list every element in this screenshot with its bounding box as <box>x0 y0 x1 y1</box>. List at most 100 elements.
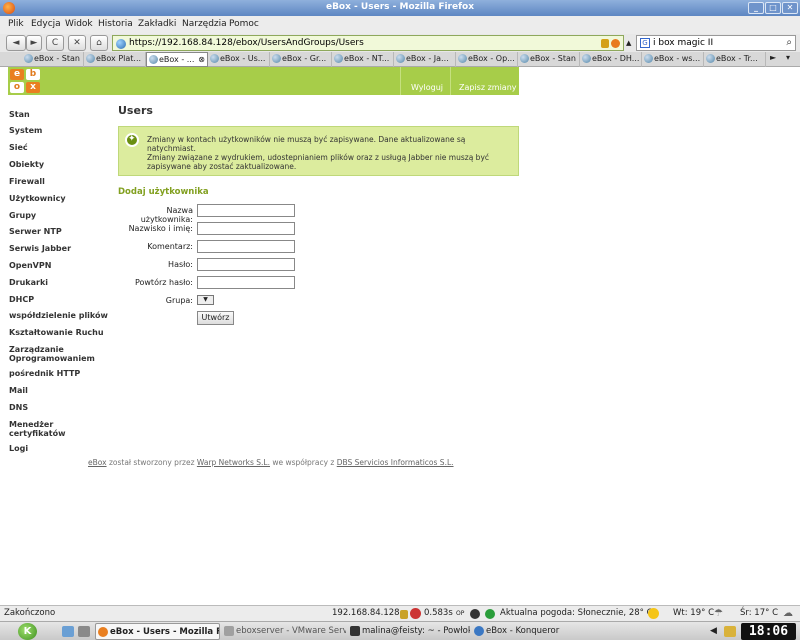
konsole-icon[interactable] <box>78 626 90 637</box>
chevron-down-icon[interactable]: ▲ <box>626 39 631 47</box>
maximize-icon[interactable]: □ <box>765 2 781 14</box>
task-konsole[interactable]: malina@feisty: ~ - Powłoka <box>348 623 470 640</box>
sidebar-item-zarzadzanie-oprogramowaniem[interactable]: Zarządzanie Oprogramowaniem <box>9 345 99 363</box>
forward-button[interactable]: ► <box>26 35 42 51</box>
create-user-button[interactable]: Utwórz <box>197 311 234 325</box>
menu-zakladki[interactable]: Zakładki <box>138 19 176 29</box>
sidebar-item-mail[interactable]: Mail <box>9 386 109 395</box>
google-icon[interactable]: G <box>640 38 650 48</box>
tab-favicon-icon <box>644 54 653 63</box>
header-divider <box>450 67 451 95</box>
info-note: Zmiany w kontach użytkowników nie muszą … <box>118 126 519 176</box>
clock[interactable]: 18:06 <box>741 623 796 640</box>
search-icon[interactable]: ⌕ <box>786 37 792 48</box>
menu-narzedzia[interactable]: Narzędzia <box>182 19 227 29</box>
group-select[interactable]: ▼ <box>197 295 214 305</box>
footer-dbs-link[interactable]: DBS Servicios Informaticos S.L. <box>337 458 454 467</box>
sidebar-item-stan[interactable]: Stan <box>9 110 109 119</box>
reload-button[interactable]: C <box>46 35 64 51</box>
tab-scroll-right-icon[interactable]: ► <box>770 53 776 62</box>
tray-icon[interactable] <box>724 626 736 637</box>
menu-edycja[interactable]: Edycja <box>31 19 61 29</box>
sidebar-item-serwis-jabber[interactable]: Serwis Jabber <box>9 244 109 253</box>
search-input[interactable]: G i box magic II ⌕ <box>636 35 796 51</box>
footer-text-1: został stworzony przez <box>106 458 197 467</box>
sun-icon <box>648 608 659 619</box>
sidebar-item-posrednik-http[interactable]: pośrednik HTTP <box>9 369 109 378</box>
tab-favicon-icon <box>272 54 281 63</box>
sidebar-item-logi[interactable]: Logi <box>9 444 109 453</box>
comment-label: Komentarz: <box>147 242 193 251</box>
window-title-bar: eBox - Users - Mozilla Firefox _ □ ✕ <box>0 0 800 16</box>
close-icon[interactable]: ✕ <box>782 2 798 14</box>
home-button[interactable]: ⌂ <box>90 35 108 51</box>
sidebar-item-firewall[interactable]: Firewall <box>9 177 109 186</box>
sidebar-item-obiekty[interactable]: Obiekty <box>9 160 109 169</box>
search-value[interactable]: i box magic II <box>653 38 713 48</box>
site-identity-icon[interactable] <box>116 39 126 49</box>
sidebar-item-menedzer-certyfikatow[interactable]: Menedżer certyfikatów <box>9 420 79 438</box>
sidebar-item-siec[interactable]: Sieć <box>9 143 109 152</box>
tab-ebox-us[interactable]: eBox - Us... <box>208 52 270 67</box>
tab-favicon-icon <box>396 54 405 63</box>
desktop-icon[interactable] <box>62 626 74 637</box>
password-input[interactable] <box>197 258 295 271</box>
tab-ebox-users-active[interactable]: eBox - ... ⊗ <box>146 52 208 67</box>
stop-button[interactable]: ✕ <box>68 35 86 51</box>
sidebar-item-dhcp[interactable]: DHCP <box>9 295 109 304</box>
firebug-icon[interactable] <box>410 608 421 619</box>
tab-ebox-nt[interactable]: eBox - NT... <box>332 52 394 67</box>
tab-ebox-dh[interactable]: eBox - DH... <box>580 52 642 67</box>
tab-ebox-stan-2[interactable]: eBox - Stan <box>518 52 580 67</box>
url-bar[interactable]: https://192.168.84.128/ebox/UsersAndGrou… <box>112 35 624 51</box>
sidebar-item-dns[interactable]: DNS <box>9 403 109 412</box>
status-text: Zakończono <box>4 608 56 618</box>
comment-input[interactable] <box>197 240 295 253</box>
url-text[interactable]: https://192.168.84.128/ebox/UsersAndGrou… <box>129 38 364 48</box>
tab-ebox-gr[interactable]: eBox - Gr... <box>270 52 332 67</box>
footer-ebox-link[interactable]: eBox <box>88 458 107 467</box>
task-konqueror[interactable]: eBox - Konqueror <box>472 623 592 640</box>
sidebar-item-drukarki[interactable]: Drukarki <box>9 278 109 287</box>
tab-close-icon[interactable]: ⊗ <box>198 53 205 66</box>
task-firefox[interactable]: eBox - Users - Mozilla Fir <box>95 623 220 640</box>
sidebar-item-uzytkownicy[interactable]: Użytkownicy <box>9 194 109 203</box>
konqueror-icon <box>474 626 484 636</box>
sidebar-item-system[interactable]: System <box>9 126 109 135</box>
tab-list-chevron-icon[interactable]: ▾ <box>786 53 790 62</box>
task-vmware[interactable]: eboxserver - VMware Serve <box>222 623 346 640</box>
tab-favicon-icon <box>520 54 529 63</box>
speaker-icon[interactable]: ◀ <box>710 626 720 637</box>
navigation-toolbar: ◄ ► C ✕ ⌂ https://192.168.84.128/ebox/Us… <box>0 34 800 52</box>
tab-ebox-plat[interactable]: eBox Plat... <box>84 52 146 67</box>
sidebar-item-openvpn[interactable]: OpenVPN <box>9 261 109 270</box>
back-button[interactable]: ◄ <box>6 35 26 51</box>
info-note-text-1: Zmiany w kontach użytkowników nie muszą … <box>147 135 466 153</box>
section-title-add-user: Dodaj użytkownika <box>118 187 209 197</box>
sidebar-item-grupy[interactable]: Grupy <box>9 211 109 220</box>
tab-ebox-ja[interactable]: eBox - Ja... <box>394 52 456 67</box>
tab-favicon-icon <box>24 54 33 63</box>
menu-pomoc[interactable]: Pomoc <box>229 19 259 29</box>
menu-widok[interactable]: Widok <box>65 19 93 29</box>
menu-plik[interactable]: Plik <box>8 19 24 29</box>
sidebar-item-wspoldzielenie-plikow[interactable]: współdzielenie plików <box>9 311 109 320</box>
sidebar-item-serwer-ntp[interactable]: Serwer NTP <box>9 227 109 236</box>
tab-ebox-ws[interactable]: eBox - ws... <box>642 52 704 67</box>
save-changes-link[interactable]: Zapisz zmiany <box>459 83 517 92</box>
tab-ebox-op[interactable]: eBox - Op... <box>456 52 518 67</box>
feed-icon[interactable] <box>611 39 620 48</box>
logout-link[interactable]: Wyloguj <box>411 83 443 92</box>
password-repeat-input[interactable] <box>197 276 295 289</box>
fullname-input[interactable] <box>197 222 295 235</box>
tab-ebox-stan[interactable]: eBox - Stan <box>22 52 84 67</box>
weather-wednesday: Śr: 17° C <box>740 608 779 618</box>
k-menu-icon[interactable]: K <box>18 623 37 640</box>
tab-ebox-tr[interactable]: eBox - Tr... <box>704 52 766 67</box>
menu-bar: Plik Edycja Widok Historia Zakładki Narz… <box>0 16 800 34</box>
sidebar-item-ksztaltowanie-ruchu[interactable]: Kształtowanie Ruchu <box>9 328 109 337</box>
menu-historia[interactable]: Historia <box>98 19 133 29</box>
footer-warp-link[interactable]: Warp Networks S.L. <box>197 458 270 467</box>
login-input[interactable] <box>197 204 295 217</box>
minimize-icon[interactable]: _ <box>748 2 764 14</box>
